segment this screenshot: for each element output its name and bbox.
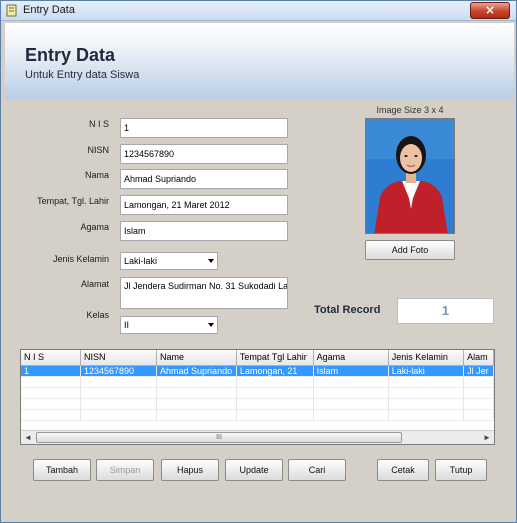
data-grid[interactable]: N I S NISN Name Tempat Tgl Lahir Agama J…: [20, 349, 495, 445]
empty-row: [21, 409, 494, 421]
chevron-down-icon: [208, 323, 214, 327]
nama-label: Nama: [84, 170, 109, 180]
cell: 1234567890: [80, 365, 158, 377]
header-banner: Entry Data Untuk Entry data Siswa: [5, 23, 514, 99]
update-button[interactable]: Update: [225, 459, 283, 481]
grip-icon: III: [216, 434, 222, 441]
app-icon: [6, 4, 17, 17]
jenis-kelamin-select[interactable]: Laki-laki: [120, 252, 218, 270]
column-header[interactable]: Tempat Tgl Lahir: [236, 350, 314, 366]
tutup-button[interactable]: Tutup: [435, 459, 487, 481]
image-size-caption: Image Size 3 x 4: [376, 105, 444, 115]
nis-field[interactable]: 1: [120, 118, 288, 138]
student-photo: [365, 118, 455, 234]
kelas-label: Kelas: [86, 310, 109, 320]
kelas-select[interactable]: II: [120, 316, 218, 334]
column-header[interactable]: N I S: [21, 350, 81, 366]
chevron-down-icon: [208, 259, 214, 263]
cetak-button[interactable]: Cetak: [377, 459, 429, 481]
jenis-kelamin-value: Laki-laki: [124, 256, 158, 266]
empty-row: [21, 398, 494, 410]
person-photo-icon: [366, 119, 454, 233]
cell: Jl Jer: [463, 365, 494, 377]
column-header[interactable]: Agama: [313, 350, 389, 366]
hapus-button[interactable]: Hapus: [161, 459, 219, 481]
total-record-value: 1: [397, 298, 494, 324]
page-title: Entry Data: [25, 45, 116, 65]
tambah-button[interactable]: Tambah: [33, 459, 91, 481]
nisn-field[interactable]: 1234567890: [120, 144, 288, 164]
simpan-button[interactable]: Simpan: [96, 459, 154, 481]
scroll-thumb[interactable]: III: [36, 432, 402, 443]
column-header[interactable]: Name: [156, 350, 237, 366]
title-bar[interactable]: Entry Data ×: [1, 1, 516, 21]
column-header[interactable]: Alam: [463, 350, 494, 366]
nis-label: N I S: [88, 119, 109, 129]
ttl-label: Tempat, Tgl. Lahir: [37, 196, 109, 206]
cell: 1: [21, 365, 81, 377]
close-button[interactable]: ×: [470, 2, 510, 19]
cell: Laki-laki: [388, 365, 465, 377]
entry-data-window: Entry Data × Entry Data Untuk Entry data…: [0, 0, 517, 523]
page-subtitle: Untuk Entry data Siswa: [25, 69, 140, 81]
empty-row: [21, 387, 494, 399]
horizontal-scrollbar[interactable]: ◄ III ►: [21, 430, 494, 444]
jenis-kelamin-label: Jenis Kelamin: [52, 254, 109, 264]
ttl-field[interactable]: Lamongan, 21 Maret 2012: [120, 195, 288, 215]
grid-table: N I S NISN Name Tempat Tgl Lahir Agama J…: [21, 350, 494, 421]
kelas-value: II: [124, 320, 130, 330]
add-photo-button[interactable]: Add Foto: [365, 240, 455, 260]
cari-button[interactable]: Cari: [288, 459, 346, 481]
cell: Lamongan, 21: [236, 365, 314, 377]
grid-header-row: N I S NISN Name Tempat Tgl Lahir Agama J…: [21, 350, 494, 366]
window-title: Entry Data: [23, 4, 75, 16]
nisn-label: NISN: [87, 145, 109, 155]
nama-field[interactable]: Ahmad Supriando: [120, 169, 288, 189]
table-row[interactable]: 1 1234567890 Ahmad Supriando Lamongan, 2…: [21, 365, 494, 377]
empty-row: [21, 376, 494, 388]
alamat-label: Alamat: [80, 279, 109, 289]
alamat-field[interactable]: Jl Jendera Sudirman No. 31 Sukodadi La: [120, 277, 288, 309]
cell: Islam: [313, 365, 389, 377]
column-header[interactable]: NISN: [80, 350, 158, 366]
close-icon: ×: [484, 3, 496, 17]
total-record-label: Total Record: [314, 304, 381, 316]
agama-label: Agama: [80, 222, 109, 232]
scroll-left-icon[interactable]: ◄: [21, 431, 35, 444]
agama-field[interactable]: Islam: [120, 221, 288, 241]
scroll-right-icon[interactable]: ►: [480, 431, 494, 444]
column-header[interactable]: Jenis Kelamin: [388, 350, 465, 366]
cell: Ahmad Supriando: [156, 365, 237, 377]
